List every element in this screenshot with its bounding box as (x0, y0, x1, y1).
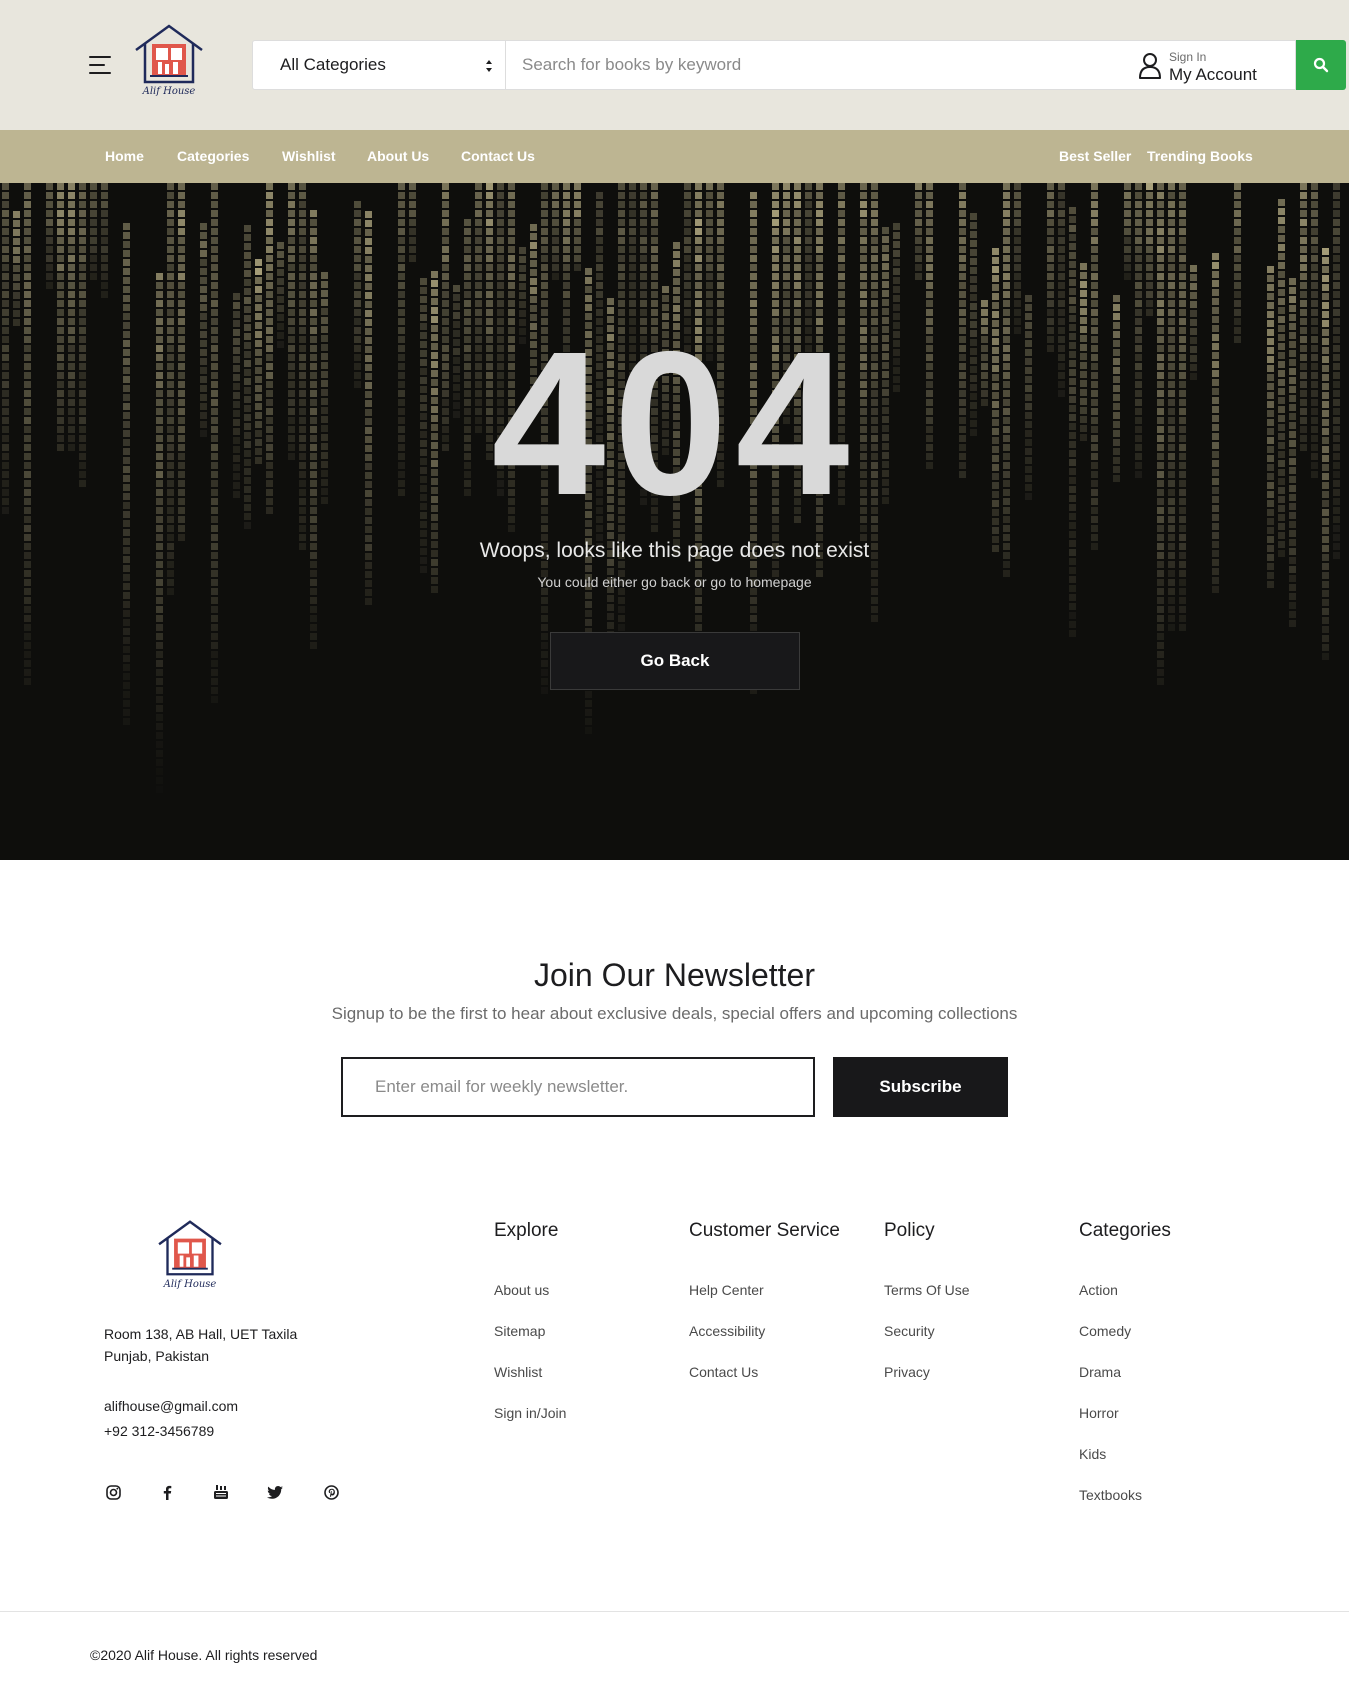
nav-categories[interactable]: Categories (177, 130, 249, 183)
youtube-icon[interactable] (212, 1483, 230, 1501)
category-select-value: All Categories (280, 55, 386, 74)
nav-best-seller[interactable]: Best Seller (1059, 130, 1131, 183)
footer-link-help-center[interactable]: Help Center (689, 1282, 764, 1298)
footer-link-comedy[interactable]: Comedy (1079, 1323, 1131, 1339)
category-select[interactable]: All Categories (252, 40, 505, 90)
go-back-button[interactable]: Go Back (550, 632, 800, 690)
footer-link-drama[interactable]: Drama (1079, 1364, 1121, 1380)
footer-heading-categories: Categories (1079, 1220, 1171, 1241)
twitter-icon[interactable] (266, 1483, 284, 1501)
nav-about-us[interactable]: About Us (367, 130, 429, 183)
footer-logo[interactable]: Alif House (155, 1218, 225, 1293)
instagram-icon[interactable] (104, 1483, 122, 1501)
footer-link-privacy[interactable]: Privacy (884, 1364, 930, 1380)
nav-contact-us[interactable]: Contact Us (461, 130, 535, 183)
footer-link-accessibility[interactable]: Accessibility (689, 1323, 765, 1339)
address-line-2: Punjab, Pakistan (104, 1348, 210, 1364)
account-sign-in-label: Sign In (1169, 50, 1207, 64)
footer-heading-explore: Explore (494, 1220, 559, 1241)
subscribe-button[interactable]: Subscribe (833, 1057, 1008, 1117)
logo-text: Alif House (142, 86, 196, 97)
footer-link-wishlist[interactable]: Wishlist (494, 1364, 542, 1380)
footer-logo-text: Alif House (163, 1279, 217, 1290)
footer-link-textbooks[interactable]: Textbooks (1079, 1487, 1142, 1503)
footer-link-about-us[interactable]: About us (494, 1282, 549, 1298)
newsletter-subtitle: Signup to be the first to hear about exc… (331, 1004, 1018, 1023)
nav-trending-books[interactable]: Trending Books (1147, 130, 1253, 183)
search-icon (1313, 57, 1329, 73)
footer-heading-policy: Policy (884, 1220, 935, 1241)
footer-link-contact-us[interactable]: Contact Us (689, 1364, 758, 1380)
footer-heading-customer-service: Customer Service (689, 1220, 840, 1241)
copyright: ©2020 Alif House. All rights reserved (90, 1647, 318, 1663)
select-arrows-icon (486, 60, 492, 72)
footer-link-sitemap[interactable]: Sitemap (494, 1323, 545, 1339)
footer-link-terms[interactable]: Terms Of Use (884, 1282, 970, 1298)
error-title: Woops, looks like this page does not exi… (479, 539, 870, 562)
error-code: 404 (491, 309, 858, 538)
footer-phone[interactable]: +92 312-3456789 (104, 1423, 214, 1439)
site-header: Alif House All Categories Sign In My Acc… (0, 0, 1349, 130)
newsletter-email-input[interactable] (341, 1057, 815, 1117)
newsletter-title: Join Our Newsletter (534, 957, 815, 993)
nav-home[interactable]: Home (105, 130, 144, 183)
account-link[interactable]: Sign In My Account (1138, 48, 1288, 88)
address-line-1: Room 138, AB Hall, UET Taxila (104, 1326, 298, 1342)
footer-email[interactable]: alifhouse@gmail.com (104, 1398, 238, 1414)
nav-wishlist[interactable]: Wishlist (282, 130, 336, 183)
footer-link-kids[interactable]: Kids (1079, 1446, 1106, 1462)
error-subtitle: You could either go back or go to homepa… (537, 574, 812, 590)
main-nav: Home Categories Wishlist About Us Contac… (0, 130, 1349, 183)
search-bar: All Categories (252, 40, 1346, 90)
menu-icon[interactable] (89, 56, 111, 74)
footer-link-security[interactable]: Security (884, 1323, 935, 1339)
footer-link-action[interactable]: Action (1079, 1282, 1118, 1298)
pinterest-icon[interactable] (322, 1483, 340, 1501)
user-icon (1139, 53, 1161, 79)
search-button[interactable] (1296, 40, 1346, 90)
account-label: My Account (1169, 65, 1257, 84)
site-logo[interactable]: Alif House (132, 22, 206, 102)
footer-link-horror[interactable]: Horror (1079, 1405, 1119, 1421)
footer-link-sign-in[interactable]: Sign in/Join (494, 1405, 566, 1421)
footer-divider (0, 1611, 1349, 1612)
footer-address: Room 138, AB Hall, UET Taxila Punjab, Pa… (104, 1323, 297, 1367)
error-hero: 404 Woops, looks like this page does not… (0, 183, 1349, 860)
facebook-icon[interactable] (158, 1483, 176, 1501)
